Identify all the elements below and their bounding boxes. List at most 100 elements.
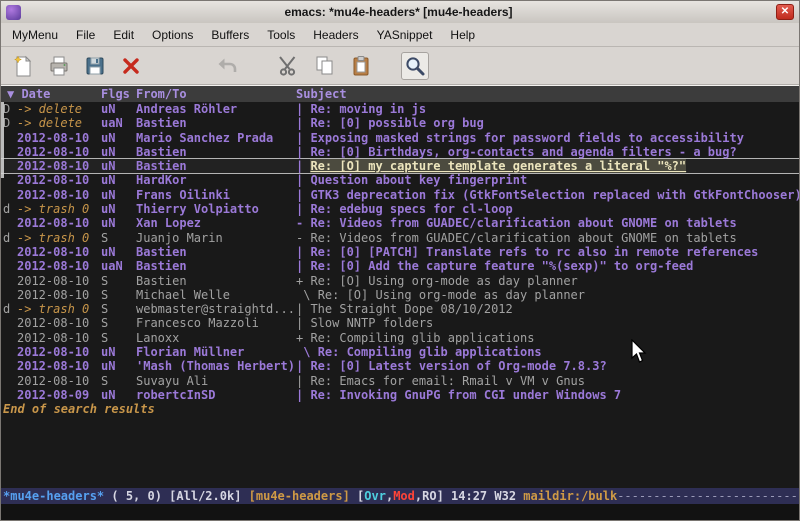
- undo-button[interactable]: [213, 52, 241, 80]
- headers-header-line[interactable]: ▼ Date Flgs From/To Subject: [1, 86, 799, 102]
- title-bar[interactable]: emacs: *mu4e-headers* [mu4e-headers] ✕: [1, 1, 799, 23]
- email-row[interactable]: 2012-08-10uNXan Lopez- Re: Videos from G…: [1, 216, 799, 230]
- email-row[interactable]: 2012-08-10SLanoxx+ Re: Compiling glib ap…: [1, 331, 799, 345]
- menu-options[interactable]: Options: [143, 24, 202, 46]
- email-date: 2012-08-10: [17, 259, 101, 273]
- menu-help[interactable]: Help: [441, 24, 484, 46]
- email-row[interactable]: D-> deleteuaNBastien| Re: [0] possible o…: [1, 116, 799, 130]
- email-flags: uN: [101, 216, 136, 230]
- email-from: Suvayu Ali: [136, 374, 296, 388]
- email-from: Bastien: [136, 159, 296, 173]
- email-subject: Re: Videos from GUADEC/clarification abo…: [310, 216, 736, 230]
- email-subject: Re: edebug specs for cl-loop: [310, 202, 512, 216]
- cut-button[interactable]: [275, 52, 303, 80]
- email-mark: [3, 145, 17, 159]
- search-button[interactable]: [401, 52, 429, 80]
- email-row[interactable]: 2012-08-09uNrobertcInSD| Re: Invoking Gn…: [1, 388, 799, 402]
- save-button[interactable]: [81, 52, 109, 80]
- email-subject-cell: | Re: moving in js: [296, 102, 799, 116]
- emacs-window: emacs: *mu4e-headers* [mu4e-headers] ✕ M…: [0, 0, 800, 521]
- thread-prefix: |: [296, 159, 310, 173]
- email-flags: S: [101, 274, 136, 288]
- email-date: 2012-08-10: [17, 274, 101, 288]
- undo-icon: [215, 54, 239, 78]
- email-subject-cell: \ Re: [O] Using org-mode as day planner: [296, 288, 799, 302]
- email-row[interactable]: d-> trash 0uNThierry Volpiatto| Re: edeb…: [1, 202, 799, 216]
- email-date: 2012-08-10: [17, 159, 101, 173]
- menu-mymenu[interactable]: MyMenu: [3, 24, 67, 46]
- menu-tools[interactable]: Tools: [258, 24, 304, 46]
- email-subject: Exposing masked strings for password fie…: [310, 131, 743, 145]
- email-date: 2012-08-10: [17, 374, 101, 388]
- thread-prefix: |: [296, 245, 310, 259]
- modeline-segment-dashes: ----------------------------------------…: [617, 489, 799, 503]
- email-row[interactable]: 2012-08-10uNMario Sanchez Prada| Exposin…: [1, 131, 799, 145]
- email-subject: Re: Compiling glib applications: [310, 331, 534, 345]
- email-subject-cell: - Re: Videos from GUADEC/clarification a…: [296, 231, 799, 245]
- email-row[interactable]: 2012-08-10SBastien+ Re: [O] Using org-mo…: [1, 274, 799, 288]
- email-row[interactable]: 2012-08-10SMichael Welle \ Re: [O] Using…: [1, 288, 799, 302]
- email-row[interactable]: 2012-08-10SFrancesco Mazzoli| Slow NNTP …: [1, 316, 799, 330]
- column-from[interactable]: From/To: [136, 86, 296, 102]
- email-from: Francesco Mazzoli: [136, 316, 296, 330]
- save-icon: [83, 54, 107, 78]
- email-date: 2012-08-10: [17, 145, 101, 159]
- email-row[interactable]: d-> trash 0Swebmaster@straightd...| The …: [1, 302, 799, 316]
- menu-file[interactable]: File: [67, 24, 104, 46]
- email-date: 2012-08-10: [17, 216, 101, 230]
- modeline-segment-plain: [: [350, 489, 364, 503]
- close-window-button[interactable]: ✕: [776, 4, 794, 20]
- close-buffer-button[interactable]: [117, 52, 145, 80]
- mode-line[interactable]: *mu4e-headers* ( 5, 0) [All/2.0k] [mu4e-…: [1, 488, 799, 504]
- print-button[interactable]: [45, 52, 73, 80]
- email-flags: uaN: [101, 259, 136, 273]
- minibuffer[interactable]: [1, 504, 799, 520]
- menu-headers[interactable]: Headers: [304, 24, 367, 46]
- email-from: Bastien: [136, 274, 296, 288]
- email-row[interactable]: d-> trash 0SJuanjo Marin- Re: Videos fro…: [1, 231, 799, 245]
- cut-icon: [277, 54, 301, 78]
- thread-prefix: |: [296, 388, 310, 402]
- email-mark: [3, 316, 17, 330]
- email-mark: [3, 374, 17, 388]
- email-row-current[interactable]: 2012-08-10uNBastien| Re: [O] my capture …: [1, 159, 799, 173]
- column-date[interactable]: ▼ Date: [7, 86, 101, 102]
- email-subject: Re: moving in js: [310, 102, 426, 116]
- thread-prefix: |: [296, 188, 310, 202]
- email-subject: Re: [0] [PATCH] Translate refs to rc als…: [310, 245, 758, 259]
- email-row[interactable]: 2012-08-10SSuvayu Ali| Re: Emacs for ema…: [1, 374, 799, 388]
- email-from: robertcInSD: [136, 388, 296, 402]
- email-subject-cell: + Re: [O] Using org-mode as day planner: [296, 274, 799, 288]
- email-row[interactable]: 2012-08-10uNFlorian Müllner \ Re: Compil…: [1, 345, 799, 359]
- email-subject-cell: | Re: [0] Add the capture feature "%(sex…: [296, 259, 799, 273]
- email-subject: Re: [O] Using org-mode as day planner: [318, 288, 585, 302]
- email-flags: uN: [101, 388, 136, 402]
- email-flags: S: [101, 331, 136, 345]
- menu-edit[interactable]: Edit: [104, 24, 143, 46]
- thread-prefix: |: [296, 259, 310, 273]
- menu-buffers[interactable]: Buffers: [202, 24, 258, 46]
- email-flags: S: [101, 231, 136, 245]
- email-list: D-> deleteuNAndreas Röhler| Re: moving i…: [1, 102, 799, 402]
- copy-icon: [313, 54, 337, 78]
- thread-prefix: |: [296, 316, 310, 330]
- paste-button[interactable]: [347, 52, 375, 80]
- thread-prefix: -: [296, 231, 310, 245]
- email-row[interactable]: 2012-08-10uaNBastien| Re: [0] Add the ca…: [1, 259, 799, 273]
- copy-button[interactable]: [311, 52, 339, 80]
- email-flags: uN: [101, 145, 136, 159]
- email-row[interactable]: 2012-08-10uN'Mash (Thomas Herbert)| Re: …: [1, 359, 799, 373]
- email-row[interactable]: D-> deleteuNAndreas Röhler| Re: moving i…: [1, 102, 799, 116]
- menu-yasnippet[interactable]: YASnippet: [368, 24, 442, 46]
- column-subject[interactable]: Subject: [296, 86, 799, 102]
- email-row[interactable]: 2012-08-10uNFrans Oilinki| GTK3 deprecat…: [1, 188, 799, 202]
- email-row[interactable]: 2012-08-10uNHardKor| Question about key …: [1, 173, 799, 187]
- email-from: Frans Oilinki: [136, 188, 296, 202]
- scrollbar-thumb[interactable]: [1, 102, 4, 178]
- email-row[interactable]: 2012-08-10uNBastien| Re: [0] [PATCH] Tra…: [1, 245, 799, 259]
- email-mark: [3, 388, 17, 402]
- new-file-button[interactable]: [9, 52, 37, 80]
- column-flags[interactable]: Flgs: [101, 86, 136, 102]
- email-row[interactable]: 2012-08-10uNBastien| Re: [0] Birthdays, …: [1, 145, 799, 159]
- email-date: 2012-08-10: [17, 345, 101, 359]
